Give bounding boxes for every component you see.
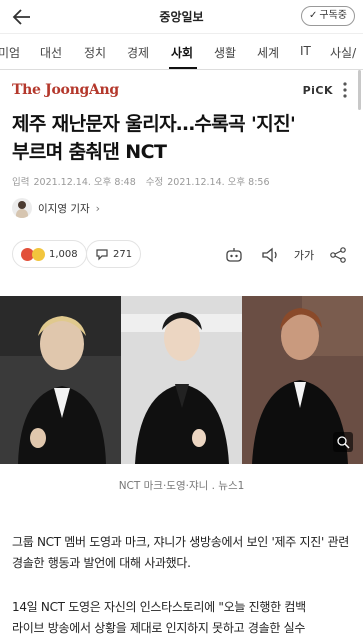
paragraph-2-line-1: 14일 NCT 도영은 자신의 인스타스토리에 "오늘 진행한 컴백 — [12, 600, 306, 614]
headline-line-1: 제주 재난문자 울리자…수록곡 '지진' — [12, 113, 296, 135]
subscribe-label: 구독중 — [319, 10, 347, 21]
reporter-link[interactable]: 이지영 기자 › — [12, 198, 100, 218]
nav-item-it[interactable]: IT — [300, 44, 311, 58]
subscribe-button[interactable]: ✓ 구독중 — [301, 6, 355, 26]
comment-count: 271 — [113, 248, 133, 260]
reaction-count: 1,008 — [49, 248, 78, 260]
pick-badge: PiCK — [302, 84, 333, 97]
headline-line-2: 부르며 춤춰댄 NCT — [12, 141, 167, 163]
article-headline: 제주 재난문자 울리자…수록곡 '지진' 부르며 춤춰댄 NCT — [12, 110, 352, 166]
edit-date: 2021.12.14. 오후 8:56 — [167, 177, 270, 188]
reporter-avatar — [12, 198, 32, 218]
nav-item-world[interactable]: 세계 — [257, 44, 279, 61]
font-size-button[interactable]: 가가 — [290, 247, 318, 265]
speaker-icon[interactable] — [260, 246, 280, 264]
category-nav: 미엄 대선 정치 경제 사회 생활 세계 IT 사실/ — [0, 34, 363, 70]
input-date: 2021.12.14. 오후 8:48 — [33, 177, 136, 188]
more-options-icon[interactable] — [337, 80, 353, 100]
top-bar: 중앙일보 ✓ 구독중 — [0, 0, 363, 34]
edit-label: 수정 — [145, 177, 164, 188]
photo-person-mark — [0, 296, 121, 464]
active-tab-indicator — [169, 67, 197, 69]
photo-person-doyoung — [121, 296, 242, 464]
photo-caption: NCT 마크·도영·쟈니 . 뉴스1 — [118, 480, 245, 492]
nav-item-election[interactable]: 대선 — [40, 44, 62, 61]
article-paragraph-2: 14일 NCT 도영은 자신의 인스타스토리에 "오늘 진행한 컴백 라이브 방… — [12, 597, 357, 639]
nav-item-premium[interactable]: 미엄 — [0, 44, 20, 61]
check-icon: ✓ — [309, 10, 318, 21]
input-label: 입력 — [12, 177, 30, 188]
chevron-right-icon: › — [95, 201, 101, 215]
reporter-name: 이지영 기자 — [38, 202, 90, 215]
nav-item-society[interactable]: 사회 — [171, 44, 193, 61]
nav-item-economy[interactable]: 경제 — [127, 44, 149, 61]
sad-emoji-icon — [32, 247, 45, 261]
zoom-button[interactable] — [333, 432, 353, 452]
article-paragraph-1: 그룹 NCT 멤버 도영과 마크, 쟈니가 생방송에서 보인 '제주 지진' 관… — [12, 535, 349, 570]
article-dates: 입력 2021.12.14. 오후 8:48 수정 2021.12.14. 오후 8:… — [12, 174, 274, 188]
brand-logo[interactable]: The JoongAng — [12, 82, 119, 98]
paragraph-2-line-2: 라이브 방송에서 상황을 제대로 인지하지 못하고 경솔한 실수 — [12, 621, 306, 635]
share-icon[interactable] — [328, 246, 348, 264]
scrollbar[interactable] — [358, 70, 361, 110]
reaction-button[interactable]: 1,008 — [12, 240, 87, 268]
nav-item-politics[interactable]: 정치 — [84, 44, 106, 61]
article-photo[interactable] — [0, 296, 363, 464]
nav-item-life[interactable]: 생활 — [214, 44, 236, 61]
comment-icon — [96, 249, 108, 261]
comment-button[interactable]: 271 — [86, 240, 142, 268]
magnifier-icon — [337, 436, 350, 449]
robot-summary-icon[interactable] — [224, 246, 244, 264]
article-actions: 1,008 271 가가 — [12, 240, 352, 270]
nav-item-opinion[interactable]: 사실/ — [330, 44, 356, 61]
